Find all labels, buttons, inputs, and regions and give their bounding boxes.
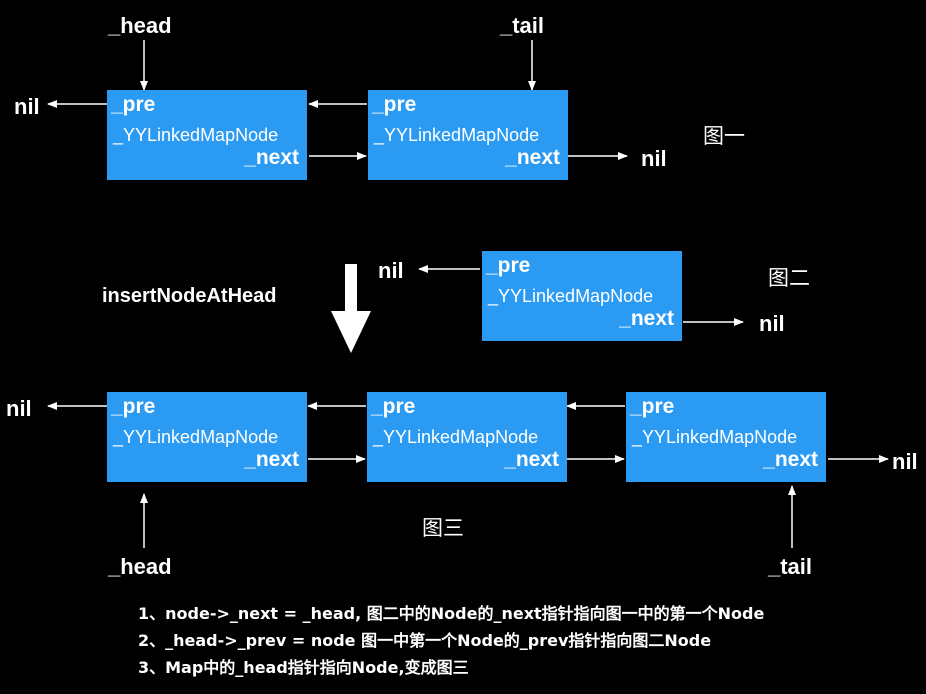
explanation-notes: 1、node->_next = _head, 图二中的Node的_next指针指…	[138, 600, 764, 681]
node-next-field: _next	[244, 448, 299, 471]
node-class-name: _YYLinkedMapNode	[632, 427, 798, 447]
tail-label-3: _tail	[768, 554, 813, 579]
head-label-1: _head	[108, 13, 172, 38]
caption-figure-2: 图二	[768, 266, 810, 290]
list-node: _pre _YYLinkedMapNode _next	[367, 392, 567, 482]
head-label-3: _head	[108, 554, 172, 579]
list-node: _pre _YYLinkedMapNode _next	[107, 392, 307, 482]
operation-label: insertNodeAtHead	[102, 285, 277, 307]
node-pre-field: _pre	[371, 395, 416, 418]
caption-figure-1: 图一	[703, 124, 745, 148]
list-node: _pre _YYLinkedMapNode _next	[626, 392, 826, 482]
nil-left-3: nil	[6, 396, 32, 421]
node-class-name: _YYLinkedMapNode	[113, 427, 279, 447]
node-pre-field: _pre	[630, 395, 675, 418]
node-next-field: _next	[244, 146, 299, 169]
insert-down-arrow	[331, 264, 371, 353]
node-class-name: _YYLinkedMapNode	[374, 125, 540, 145]
node-next-field: _next	[504, 448, 559, 471]
nil-left-1: nil	[14, 94, 40, 119]
caption-figure-3: 图三	[422, 516, 464, 540]
node-next-field: _next	[763, 448, 818, 471]
note-line: 3、Map中的_head指针指向Node,变成图三	[138, 658, 469, 677]
node-class-name: _YYLinkedMapNode	[373, 427, 539, 447]
nil-right-3: nil	[892, 449, 918, 474]
nil-left-2: nil	[378, 258, 404, 283]
node-pre-field: _pre	[372, 93, 417, 116]
node-next-field: _next	[619, 307, 674, 330]
nil-right-2: nil	[759, 311, 785, 336]
node-pre-field: _pre	[111, 395, 156, 418]
tail-label-1: _tail	[500, 13, 545, 38]
node-next-field: _next	[505, 146, 560, 169]
new-node: _pre _YYLinkedMapNode _next	[482, 251, 682, 341]
node-pre-field: _pre	[486, 254, 531, 277]
diagram-canvas: _head _tail nil nil 图一 _pre _YYLinkedMap…	[0, 0, 926, 694]
node-class-name: _YYLinkedMapNode	[113, 125, 279, 145]
node-class-name: _YYLinkedMapNode	[488, 286, 654, 306]
note-line: 1、node->_next = _head, 图二中的Node的_next指针指…	[138, 604, 765, 623]
list-node: _pre _YYLinkedMapNode _next	[368, 90, 568, 180]
node-pre-field: _pre	[111, 93, 156, 116]
note-line: 2、_head->_prev = node 图一中第一个Node的_prev指针…	[138, 631, 712, 650]
list-node: _pre _YYLinkedMapNode _next	[107, 90, 307, 180]
nil-right-1: nil	[641, 146, 667, 171]
